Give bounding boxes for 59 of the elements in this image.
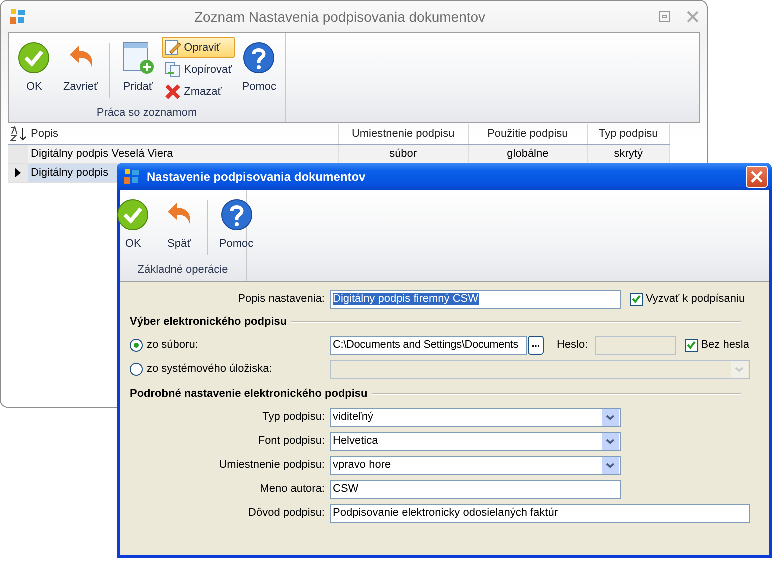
delete-cross-icon (165, 84, 182, 100)
column-header[interactable]: Umiestnenie podpisu (339, 124, 469, 144)
password-field[interactable] (595, 336, 676, 354)
field-label: Typ podpisu: (262, 411, 325, 423)
column-header[interactable]: Typ podpisu (588, 124, 670, 144)
toolbar-button[interactable]: Zavrieť (58, 37, 104, 97)
dropdown[interactable]: Helvetica (330, 432, 621, 450)
field-label: Dôvod podpisu: (248, 507, 325, 519)
copy-pages-icon (165, 62, 182, 78)
check-icon (687, 340, 696, 350)
toolbar-button[interactable]: Pomoc (214, 194, 259, 254)
group-label: Práca so zoznamom (96, 107, 198, 119)
browse-button[interactable]: ... (528, 336, 544, 354)
window-title: Zoznam Nastavenia podpisovania dokumentov (193, 8, 487, 24)
input-field[interactable]: CSW (330, 480, 621, 498)
pencil-page-icon (165, 40, 182, 56)
restore-icon[interactable] (659, 10, 671, 22)
input-field[interactable]: Digitálny podpis firemný CSW (330, 290, 621, 308)
close-button[interactable] (746, 166, 768, 188)
field-label: Meno autora: (259, 483, 325, 495)
input-field[interactable]: Podpisovanie elektronicky odosielaných faktúr (330, 504, 750, 522)
checkbox[interactable]: Bez hesla (685, 338, 750, 352)
toolbar-button[interactable]: Zmazať (162, 81, 236, 102)
toolbar-button[interactable]: Späť (157, 194, 202, 254)
group-label: Základné operácie (138, 264, 228, 276)
check-circle-icon (116, 198, 150, 232)
app-logo-icon (9, 8, 27, 26)
help-icon (220, 198, 254, 232)
dropdown[interactable]: vpravo hore (330, 456, 621, 474)
app-logo-icon (123, 168, 141, 186)
help-icon (242, 41, 276, 75)
close-icon (751, 170, 763, 182)
sort-icon[interactable] (8, 124, 28, 144)
dropdown[interactable]: viditeľný (330, 408, 621, 426)
page-plus-icon (121, 41, 156, 75)
field-label: Popis nastavenia: (237, 293, 325, 305)
column-header[interactable]: Použitie podpisu (468, 124, 588, 144)
toolbar-button[interactable]: OK (111, 194, 156, 254)
section-heading: Podrobné nastavenie elektronického podpisu (130, 388, 368, 400)
checkbox[interactable]: Vyzvať k podpísaniu (630, 292, 746, 306)
toolbar-button[interactable]: Kopírovať (162, 59, 236, 80)
field-label: Umiestnenie podpisu: (218, 459, 325, 471)
check-circle-icon (17, 41, 52, 75)
toolbar-button[interactable]: Opraviť (162, 37, 236, 58)
input-field[interactable]: C:\Documents and Settings\Documents (330, 336, 527, 354)
section-heading: Výber elektronického podpisu (130, 316, 288, 328)
toolbar-button[interactable]: OK (12, 37, 56, 97)
close-icon[interactable] (687, 10, 699, 22)
radio-button[interactable]: zo systémového úložiska: (130, 362, 325, 376)
toolbar-button[interactable]: Pomoc (237, 37, 282, 97)
column-header[interactable]: Popis (28, 124, 340, 144)
field-label: Heslo: (557, 339, 588, 351)
row-header[interactable] (8, 164, 28, 182)
toolbar-button[interactable]: Pridať (116, 37, 160, 97)
field-label: Font podpisu: (257, 435, 325, 447)
dropdown[interactable] (330, 360, 750, 378)
radio-button[interactable]: zo súboru: (130, 338, 325, 352)
check-icon (632, 294, 641, 304)
row-pointer-icon (14, 168, 22, 178)
